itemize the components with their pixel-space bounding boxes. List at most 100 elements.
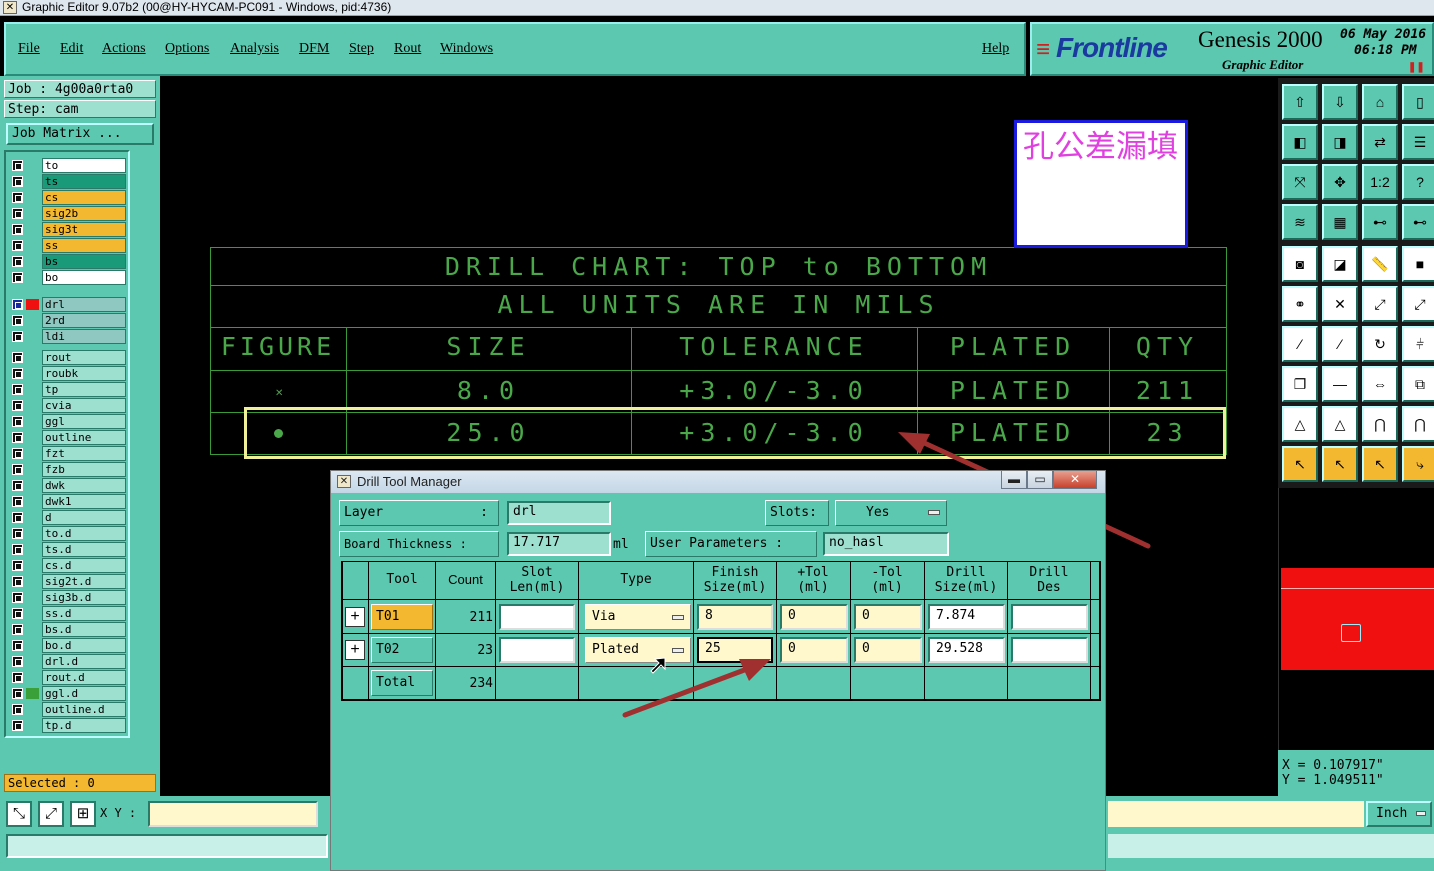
line-icon[interactable]: ⁄ <box>1282 326 1318 362</box>
pointer3-icon[interactable]: ↖ <box>1362 446 1398 482</box>
layer-checkbox[interactable] <box>12 176 23 187</box>
layer-checkbox[interactable] <box>12 160 23 171</box>
layer-row-ss[interactable]: ss <box>8 238 126 253</box>
layer-checkbox[interactable] <box>12 315 23 326</box>
layer-row-cvia[interactable]: cvia <box>8 398 126 413</box>
layer-row-fzt[interactable]: fzt <box>8 446 126 461</box>
snap-icon[interactable]: ≋ <box>1282 204 1318 240</box>
menu-options[interactable]: Options <box>165 41 209 57</box>
select-rect-icon[interactable]: ◙ <box>1282 246 1318 282</box>
layer-row-drl-d[interactable]: drl.d <box>8 654 126 669</box>
arrow-left-icon[interactable]: ◧ <box>1282 124 1318 160</box>
layer-checkbox[interactable] <box>12 624 23 635</box>
layer-checkbox[interactable] <box>12 560 23 571</box>
layer-checkbox[interactable] <box>12 400 23 411</box>
layer-checkbox[interactable] <box>12 576 23 587</box>
menu-file[interactable]: File <box>18 41 40 57</box>
move2-icon[interactable]: ⤢ <box>1402 286 1434 322</box>
layer-down-icon[interactable]: ⇩ <box>1322 84 1358 120</box>
menu-analysis[interactable]: Analysis <box>230 41 279 57</box>
plus-tol-t01[interactable]: 0 <box>780 604 848 630</box>
maximize-button[interactable]: ▭ <box>1027 471 1053 489</box>
menu-edit[interactable]: Edit <box>60 41 83 57</box>
layer-checkbox[interactable] <box>12 592 23 603</box>
layer-checkbox[interactable] <box>12 512 23 523</box>
layer-row-rout[interactable]: rout <box>8 350 126 365</box>
home-icon[interactable]: ⌂ <box>1362 84 1398 120</box>
layer-row-ss-d[interactable]: ss.d <box>8 606 126 621</box>
layer-row-sig3b-d[interactable]: sig3b.d <box>8 590 126 605</box>
fit-all-icon[interactable]: ⤧ <box>1282 164 1318 200</box>
layer-checkbox[interactable] <box>12 208 23 219</box>
panel-icon[interactable]: ▯ <box>1402 84 1434 120</box>
layer-row-d[interactable]: d <box>8 510 126 525</box>
layer-row-ts[interactable]: ts <box>8 174 126 189</box>
slot-len-t02[interactable] <box>499 637 575 663</box>
rotate-icon[interactable]: ↻ <box>1362 326 1398 362</box>
tool-t02[interactable]: T02 <box>371 637 433 663</box>
scale-1-2-icon[interactable]: 1:2 <box>1362 164 1398 200</box>
layer-checkbox[interactable] <box>12 272 23 283</box>
layer-checkbox[interactable] <box>12 352 23 363</box>
line-h-icon[interactable]: — <box>1322 366 1358 402</box>
layer-checkbox[interactable] <box>12 608 23 619</box>
close-button[interactable]: ✕ <box>1053 471 1097 489</box>
connect-icon[interactable]: ⚭ <box>1282 286 1318 322</box>
move-icon[interactable]: ⤢ <box>1362 286 1398 322</box>
layer-checkbox[interactable] <box>12 528 23 539</box>
xy-input[interactable] <box>148 801 318 827</box>
menu-actions[interactable]: Actions <box>102 41 146 57</box>
layer-checkbox[interactable] <box>12 416 23 427</box>
layer-checkbox[interactable] <box>12 256 23 267</box>
pointer-icon[interactable]: ↖ <box>1282 446 1318 482</box>
layer-checkbox[interactable] <box>12 544 23 555</box>
slots-dropdown[interactable]: Yes <box>835 500 947 526</box>
plus-tol-t02[interactable]: 0 <box>780 637 848 663</box>
layer-up-icon[interactable]: ⇧ <box>1282 84 1318 120</box>
path-icon[interactable]: ⤷ <box>1402 446 1434 482</box>
swap-icon[interactable]: ⇄ <box>1362 124 1398 160</box>
copy-icon[interactable]: ❐ <box>1282 366 1318 402</box>
layer-checkbox[interactable] <box>12 640 23 651</box>
layer-row-dwk[interactable]: dwk <box>8 478 126 493</box>
drill-size-t01[interactable]: 7.874 <box>928 604 1005 630</box>
tool-t01[interactable]: T01 <box>371 604 433 630</box>
layer-checkbox[interactable] <box>12 240 23 251</box>
command-input[interactable] <box>1108 801 1364 827</box>
layer-row-fzb[interactable]: fzb <box>8 462 126 477</box>
arch-icon[interactable]: ⋂ <box>1362 406 1398 442</box>
layer-row-ldi[interactable]: ldi <box>8 329 126 344</box>
layer-input[interactable]: drl <box>507 501 611 525</box>
layer-checkbox[interactable] <box>12 224 23 235</box>
finish-size-t01[interactable]: 8 <box>697 604 773 630</box>
layer-row-ts-d[interactable]: ts.d <box>8 542 126 557</box>
layer-checkbox[interactable] <box>12 656 23 667</box>
layer-row-bo-d[interactable]: bo.d <box>8 638 126 653</box>
layer-checkbox[interactable] <box>12 448 23 459</box>
layer-checkbox[interactable] <box>12 688 23 699</box>
layer-row-to-d[interactable]: to.d <box>8 526 126 541</box>
menu-step[interactable]: Step <box>349 41 374 57</box>
menu-dfm[interactable]: DFM <box>299 41 329 57</box>
tri2-icon[interactable]: △ <box>1322 406 1358 442</box>
layer-row-sig2b[interactable]: sig2b <box>8 206 126 221</box>
job-matrix-button[interactable]: Job Matrix ... <box>6 123 154 145</box>
layer-row-drl[interactable]: drl <box>8 297 126 312</box>
menu-help[interactable]: Help <box>982 41 1009 57</box>
edit-shape-icon[interactable]: ◪ <box>1322 246 1358 282</box>
layer-row-2rd[interactable]: 2rd <box>8 313 126 328</box>
arrow-right-icon[interactable]: ◨ <box>1322 124 1358 160</box>
ruler-icon[interactable]: 📏 <box>1362 246 1398 282</box>
measure-icon[interactable]: ⤢ <box>38 801 64 827</box>
drill-size-t02[interactable]: 29.528 <box>928 637 1005 663</box>
drill-des-t01[interactable] <box>1011 604 1088 630</box>
units-dropdown[interactable]: Inch <box>1366 801 1432 827</box>
layer-row-outline[interactable]: outline <box>8 430 126 445</box>
zoom-fit-icon[interactable]: ⤡ <box>6 801 32 827</box>
grid-icon[interactable]: ⊞ <box>70 801 96 827</box>
expand-row-icon[interactable]: + <box>345 607 365 627</box>
layer-checkbox[interactable] <box>12 192 23 203</box>
drill-des-t02[interactable] <box>1011 637 1088 663</box>
pad-icon[interactable]: ■ <box>1402 246 1434 282</box>
layer-row-dwk1[interactable]: dwk1 <box>8 494 126 509</box>
